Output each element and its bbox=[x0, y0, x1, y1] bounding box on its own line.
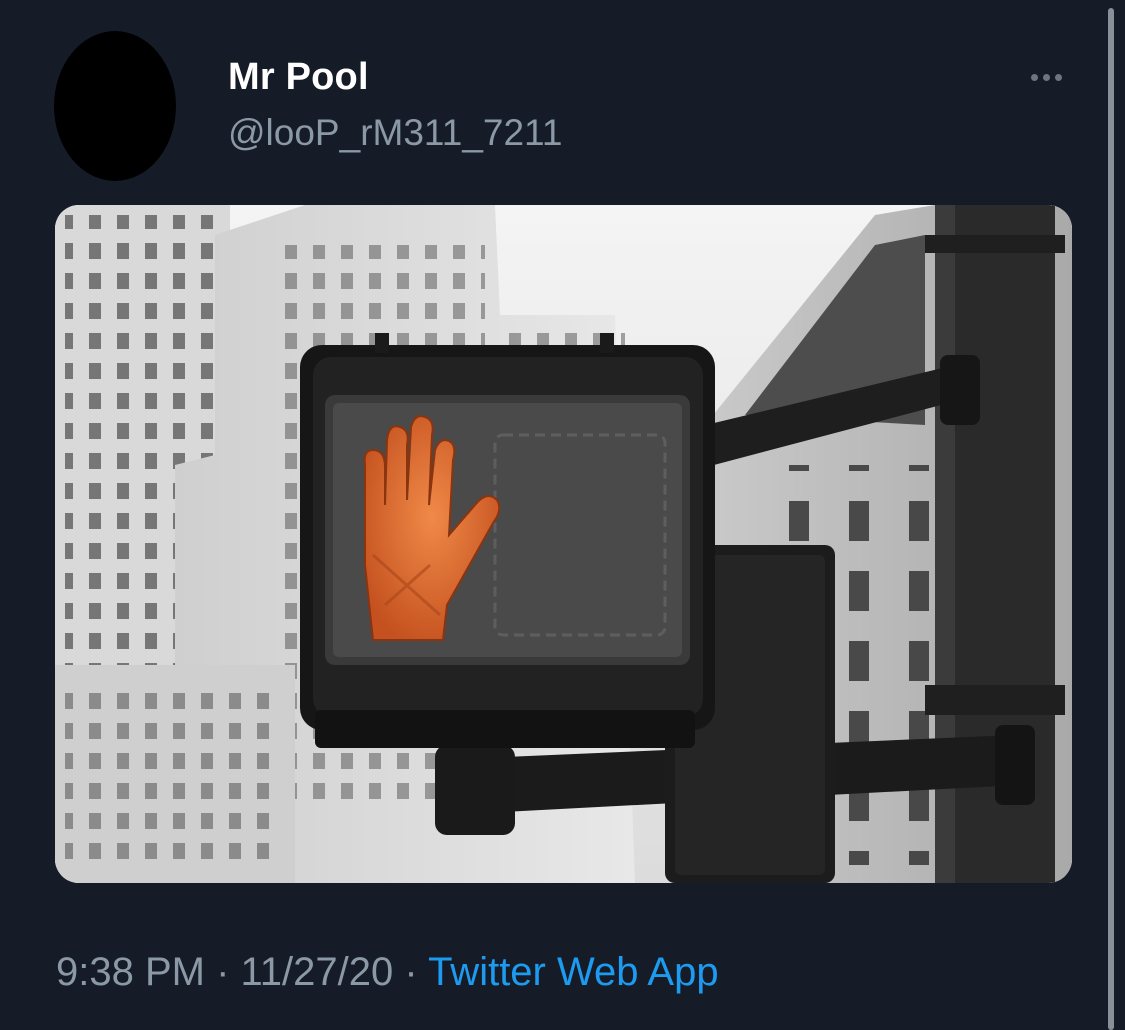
tweet-date[interactable]: 11/27/20 bbox=[241, 950, 394, 994]
tweet-meta: 9:38 PM · 11/27/20 · Twitter Web App bbox=[56, 950, 719, 995]
meta-separator: · bbox=[204, 950, 241, 994]
display-name[interactable]: Mr Pool bbox=[228, 56, 369, 99]
tweet-source-link[interactable]: Twitter Web App bbox=[428, 950, 719, 994]
tweet-time[interactable]: 9:38 PM bbox=[56, 950, 205, 994]
meta-separator: · bbox=[393, 950, 429, 994]
user-handle[interactable]: @looP_rM311_7211 bbox=[228, 112, 562, 154]
scrollbar[interactable] bbox=[1108, 8, 1114, 1030]
tweet-media-image[interactable] bbox=[55, 205, 1072, 883]
avatar[interactable] bbox=[54, 31, 176, 181]
crosswalk-signal-photo bbox=[55, 205, 1072, 883]
more-options-icon[interactable] bbox=[1026, 66, 1066, 88]
